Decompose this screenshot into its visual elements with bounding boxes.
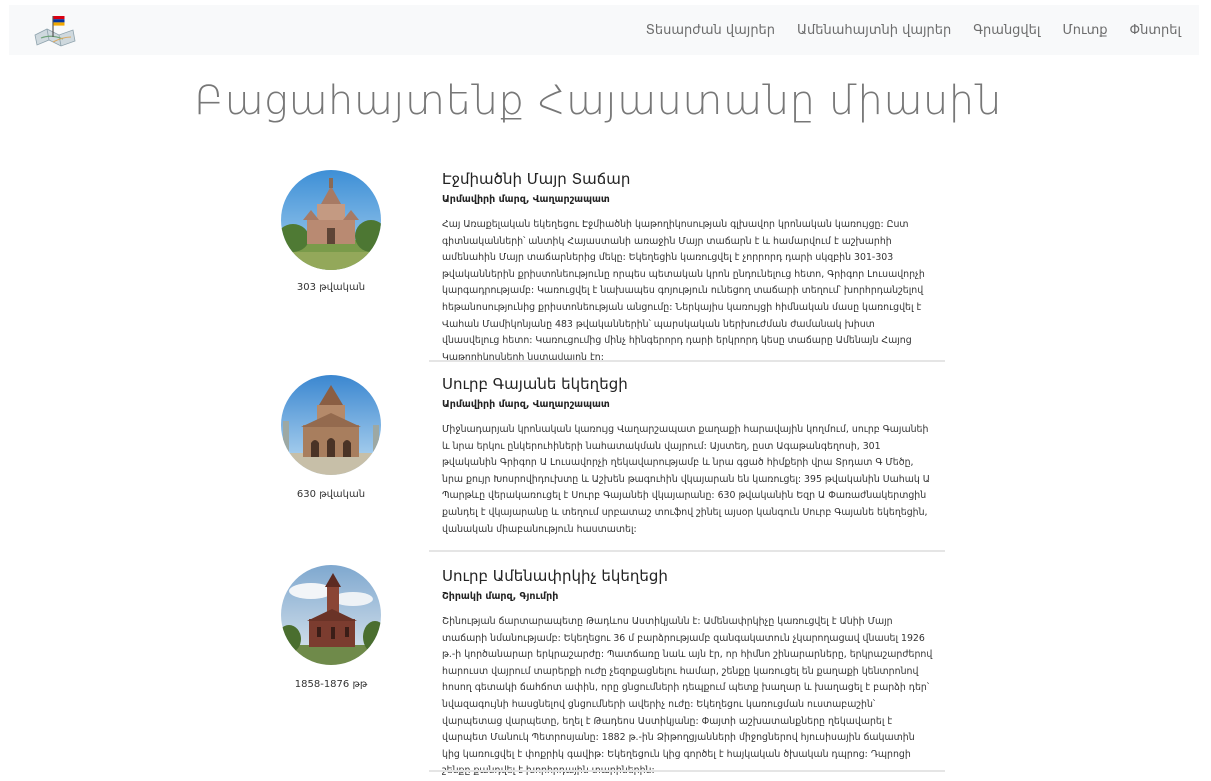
divider xyxy=(429,360,945,362)
entry-description: Միջնադարյան կրոնական կառույց Վաղարշապատ … xyxy=(442,424,930,535)
nav-link-search[interactable]: Փնտրել xyxy=(1130,23,1181,38)
thumb-column: 630 թվական xyxy=(270,375,392,500)
entry-date: 1858-1876 թթ xyxy=(294,679,368,690)
entry-date: 630 թվական xyxy=(296,489,366,500)
thumb-column: 303 թվական xyxy=(270,170,392,293)
entry-content: Էջմիածնի Մայր Տաճար Արմավիրի մարզ, Վաղար… xyxy=(442,170,934,366)
nav-link-login[interactable]: Մուտք xyxy=(1062,23,1107,38)
divider xyxy=(429,770,945,772)
church-photo xyxy=(281,375,381,475)
navbar: Տեսարժան վայրեր Ամենահայտնի վայրեր Գրանց… xyxy=(9,5,1199,55)
page-title: Բացահայտենք Հայաստանը միասին xyxy=(194,78,1002,124)
divider xyxy=(429,550,945,552)
nav-link-sights[interactable]: Տեսարժան վայրեր xyxy=(646,23,775,38)
entry-description: Հայ Առաքելական եկեղեցու Էջմիածնի կաթողիկ… xyxy=(442,219,925,363)
entry-title[interactable]: Էջմիածնի Մայր Տաճար xyxy=(442,170,934,188)
entry-location: Արմավիրի մարզ, Վաղարշապատ xyxy=(442,399,610,410)
nav-links: Տեսարժան վայրեր Ամենահայտնի վայրեր Գրանց… xyxy=(646,23,1181,38)
nav-link-register[interactable]: Գրանցվել xyxy=(973,23,1040,38)
cathedral-photo xyxy=(281,170,381,270)
entry-description: Շինության ճարտարապետը Թադևոս Աստիկյանն է… xyxy=(442,616,933,776)
nav-link-popular[interactable]: Ամենահայտնի վայրեր xyxy=(797,23,951,38)
entry-title[interactable]: Սուրբ Գայանե եկեղեցի xyxy=(442,375,934,393)
thumb-column: 1858-1876 թթ xyxy=(270,565,392,690)
entry-content: Սուրբ Ամենափրկիչ եկեղեցի Շիրակի մարզ, Գյ… xyxy=(442,567,934,780)
church-photo xyxy=(281,565,381,665)
entry-location: Շիրակի մարզ, Գյումրի xyxy=(442,591,559,602)
entry-location: Արմավիրի մարզ, Վաղարշապատ xyxy=(442,194,610,205)
entry-content: Սուրբ Գայանե եկեղեցի Արմավիրի մարզ, Վաղա… xyxy=(442,375,934,538)
logo[interactable] xyxy=(33,13,77,47)
entry-date: 303 թվական xyxy=(296,282,366,293)
entry-title[interactable]: Սուրբ Ամենափրկիչ եկեղեցի xyxy=(442,567,934,585)
map-flag-icon xyxy=(34,16,76,47)
